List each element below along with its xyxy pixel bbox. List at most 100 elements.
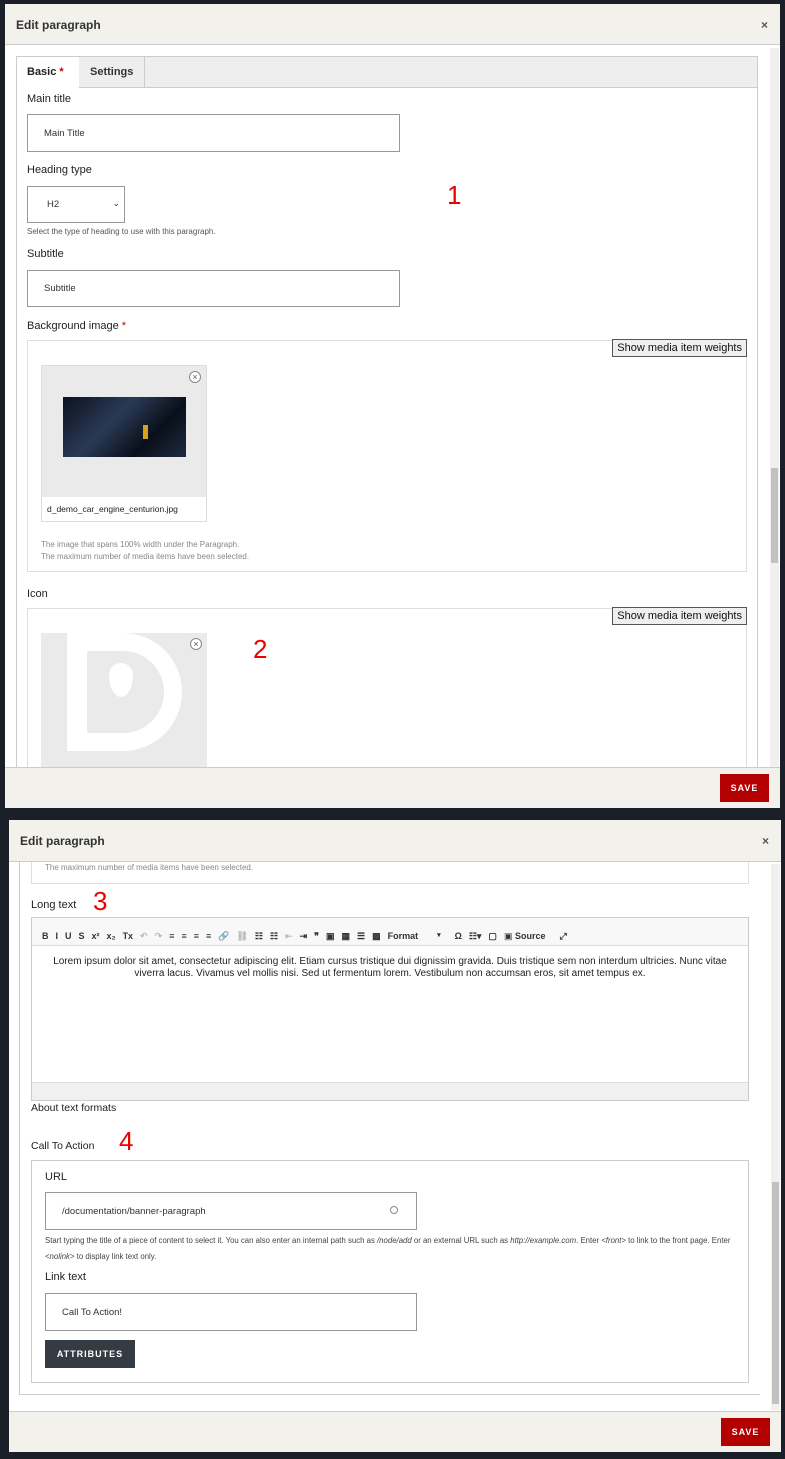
subtitle-label: Subtitle [27, 248, 64, 260]
show-media-weights-button[interactable]: Show media item weights [612, 607, 747, 625]
heading-type-select[interactable]: H2 ⌄ [27, 186, 125, 223]
icon-widget: Show media item weights × [27, 607, 747, 783]
italic-button[interactable]: I [56, 931, 59, 941]
close-icon[interactable]: × [762, 834, 769, 848]
link-text-input[interactable]: Call To Action! [45, 1293, 417, 1331]
scrollbar[interactable] [771, 864, 780, 1410]
tab-label: Basic [27, 66, 57, 78]
help-text: or an external URL such as [411, 1236, 511, 1245]
panel-border [19, 862, 20, 1395]
url-value: /documentation/banner-paragraph [62, 1205, 206, 1217]
dialog-title: Edit paragraph [16, 18, 101, 32]
dialog-footer: SAVE [9, 1411, 781, 1452]
heading-type-value: H2 [47, 199, 60, 210]
help-em: http://example.com [510, 1236, 577, 1245]
long-text-label: Long text [31, 899, 77, 911]
redo-button[interactable]: ↷ [155, 931, 163, 942]
dialog-footer: SAVE [5, 767, 780, 808]
tab-basic[interactable]: Basic * [17, 57, 79, 89]
main-title-label: Main title [27, 93, 72, 105]
table-button[interactable]: ▦ [342, 931, 351, 942]
link-button[interactable]: 🔗 [218, 931, 229, 942]
tab-settings[interactable]: Settings [79, 57, 145, 88]
help-text: to link to the front page. Enter [625, 1236, 731, 1245]
tab-bar: Basic * Settings [16, 56, 758, 89]
chevron-down-icon: ▾ [437, 932, 441, 939]
about-text-formats-link[interactable]: About text formats [31, 1102, 116, 1114]
help-em: <front> [601, 1236, 626, 1245]
label-text: Background image [27, 320, 119, 332]
help-text: Start typing the title of a piece of con… [45, 1236, 378, 1245]
underline-button[interactable]: U [65, 931, 72, 941]
editor-statusbar [32, 1082, 748, 1100]
media-filename: d_demo_car_engine_centurion.jpg [42, 497, 206, 521]
justify-button[interactable]: ≡ [206, 931, 211, 941]
align-left-button[interactable]: ≡ [169, 931, 174, 941]
annotation-2: 2 [253, 634, 268, 664]
dialog-header: Edit paragraph × [5, 4, 780, 45]
cta-label: Call To Action [31, 1140, 95, 1152]
remove-icon[interactable]: × [190, 638, 202, 650]
show-blocks-icon[interactable]: ▢ [488, 931, 497, 942]
main-title-input[interactable]: Main Title [27, 114, 400, 152]
numbered-list-button[interactable]: ☷ [270, 931, 278, 942]
background-image-description: The image that spans 100% width under th… [41, 540, 240, 549]
undo-button[interactable]: ↶ [140, 931, 148, 942]
align-center-button[interactable]: ≡ [181, 931, 186, 941]
show-media-weights-button[interactable]: Show media item weights [612, 339, 747, 357]
bulleted-list-button[interactable]: ☷ [255, 931, 263, 942]
format-label: Format [387, 931, 419, 941]
max-items-note: The maximum number of media items have b… [45, 863, 254, 872]
edit-paragraph-dialog-bottom: Edit paragraph × The maximum number of m… [9, 820, 781, 1452]
link-text-label: Link text [45, 1271, 86, 1283]
chevron-down-icon: ⌄ [112, 198, 120, 208]
blockquote-button[interactable]: ❞ [314, 931, 319, 942]
scrollbar[interactable] [770, 48, 779, 767]
url-help: Start typing the title of a piece of con… [45, 1233, 745, 1265]
cta-fieldset: URL /documentation/banner-paragraph Star… [31, 1160, 749, 1383]
annotation-4: 4 [119, 1126, 134, 1156]
annotation-3: 3 [93, 886, 108, 916]
icon-label: Icon [27, 588, 48, 600]
autocomplete-icon [390, 1206, 398, 1214]
format-dropdown[interactable]: Format ▾ [388, 931, 448, 941]
url-input[interactable]: /documentation/banner-paragraph [45, 1192, 417, 1230]
horizontal-line-button[interactable]: ☰ [357, 931, 365, 942]
bold-button[interactable]: B [42, 931, 49, 941]
image-button[interactable]: ▣ [326, 931, 335, 942]
source-label: Source [514, 931, 546, 941]
maximize-icon[interactable]: ⤢ [559, 931, 566, 942]
superscript-button[interactable]: x² [92, 931, 100, 941]
save-button[interactable]: SAVE [721, 1418, 770, 1446]
attributes-button[interactable]: ATTRIBUTES [45, 1340, 135, 1368]
media-item-icon: × [41, 633, 207, 783]
background-image-widget: Show media item weights × d_demo_car_eng… [27, 339, 747, 572]
strike-button[interactable]: S [79, 931, 85, 941]
special-char-button[interactable]: Ω [455, 931, 462, 941]
help-em: /node/add [377, 1236, 412, 1245]
required-marker: * [59, 66, 64, 78]
editor-toolbar: B I U Sx² x₂ Tx ↶ ↷ ≡ ≡ ≡ ≡ 🔗 ⛓ ☷ ☷ ⇤ ⇥ ❞ ▣ ▦ ☰ ▩ Format ▾ Ω ☷▾ ▢ ▣… [32, 918, 748, 946]
annotation-1: 1 [447, 180, 462, 210]
outdent-button[interactable]: ⇤ [285, 931, 293, 942]
template-icon[interactable]: ☷▾ [469, 931, 482, 942]
editor-content[interactable]: Lorem ipsum dolor sit amet, consectetur … [44, 956, 736, 980]
source-button[interactable]: ▣ Source [504, 931, 553, 942]
media-widget-tail: The maximum number of media items have b… [31, 862, 749, 884]
close-icon[interactable]: × [761, 18, 768, 32]
save-button[interactable]: SAVE [720, 774, 769, 802]
subtitle-input[interactable]: Subtitle [27, 270, 400, 307]
dialog-header: Edit paragraph × [9, 820, 781, 862]
subscript-button[interactable]: x₂ [107, 931, 116, 941]
required-marker: * [121, 320, 127, 332]
indent-button[interactable]: ⇥ [300, 931, 308, 942]
dialog-title: Edit paragraph [20, 834, 105, 848]
remove-icon[interactable]: × [189, 371, 201, 383]
align-right-button[interactable]: ≡ [194, 931, 199, 941]
edit-paragraph-dialog-top: Edit paragraph × Basic * Settings Main t… [5, 4, 780, 808]
media-embed-button[interactable]: ▩ [372, 931, 381, 942]
max-items-note: The maximum number of media items have b… [41, 552, 250, 561]
remove-format-button[interactable]: Tx [123, 931, 134, 941]
unlink-button[interactable]: ⛓ [236, 931, 247, 942]
help-text: to display link text only. [74, 1252, 157, 1261]
